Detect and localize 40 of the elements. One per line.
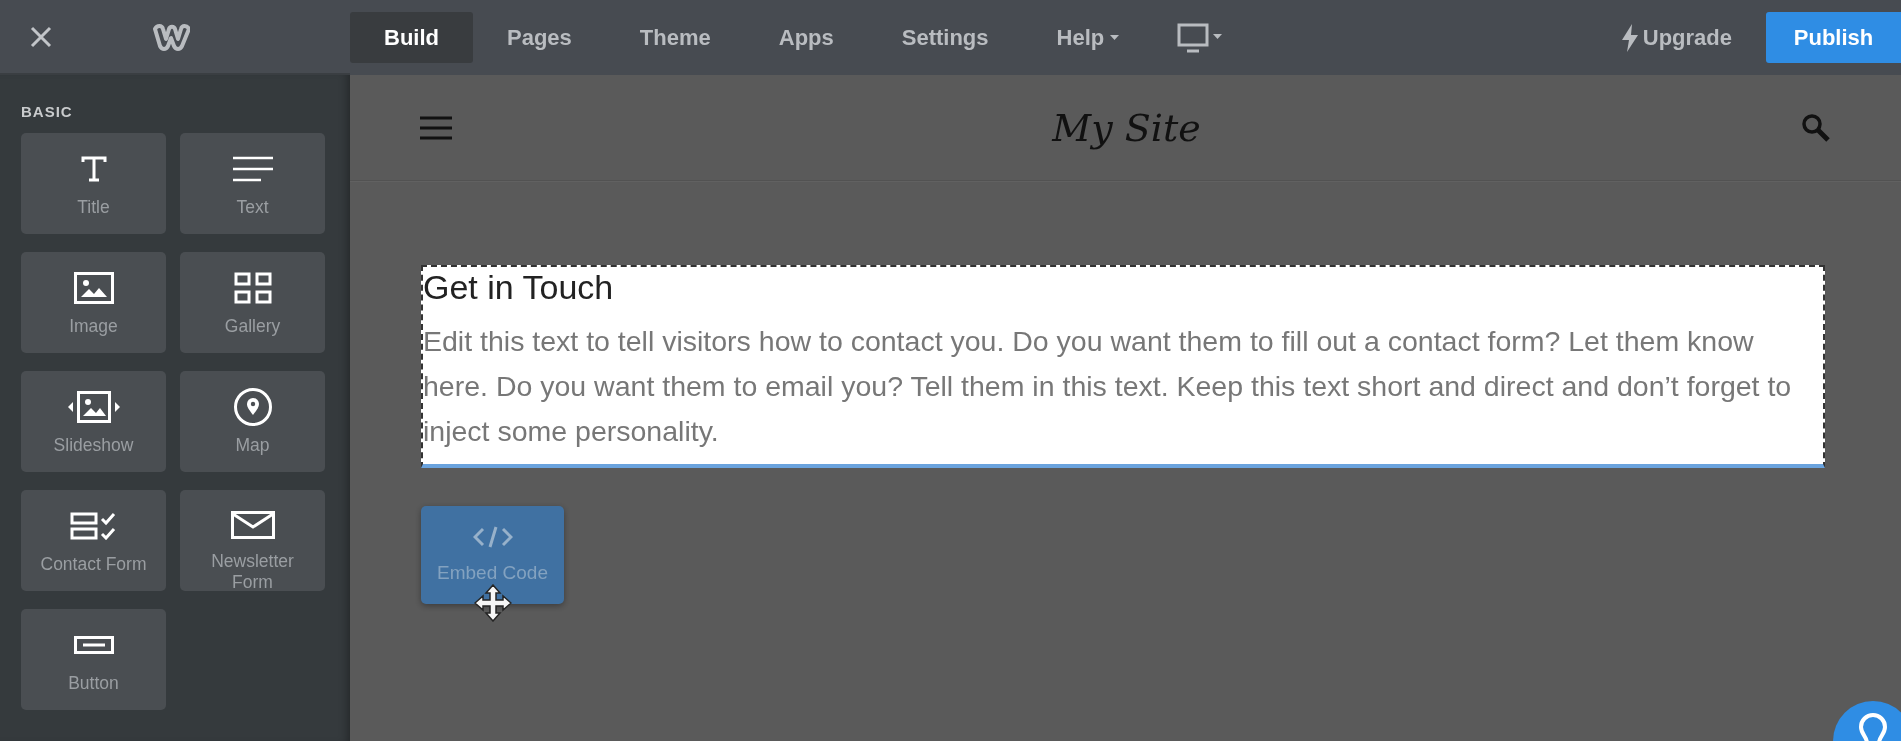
desktop-dropdown-icon[interactable]	[1177, 22, 1224, 53]
upgrade-button[interactable]: Upgrade	[1614, 22, 1738, 53]
element-tile[interactable]: Image	[21, 252, 166, 353]
site-title: My Site	[1050, 105, 1202, 150]
element-tile[interactable]: Gallery	[180, 252, 325, 353]
caret-icon	[1110, 35, 1120, 40]
paragraph: Edit this text to tell visitors how to contact you. Do you want them to fill out a contact form? Let them know here. Do you want them to email you? Tell them in this text. Keep this text short and direct and don’t forget to inject some personality.	[423, 324, 1793, 449]
nav-tab[interactable]: Theme	[605, 12, 745, 63]
search-icon[interactable]	[1801, 112, 1831, 143]
button-icon	[73, 636, 114, 654]
envelope-icon	[230, 510, 275, 539]
element-tile[interactable]: Map	[180, 371, 325, 472]
element-tile[interactable]: Title	[21, 133, 166, 234]
w-logo-icon[interactable]	[150, 22, 190, 51]
code-icon	[472, 526, 513, 548]
menu-icon[interactable]	[420, 115, 452, 140]
nav-tab[interactable]: Apps	[744, 12, 868, 63]
publish-button[interactable]: Publish	[1766, 12, 1901, 63]
lightbulb-icon	[1858, 713, 1888, 741]
element-tile[interactable]: Slideshow	[21, 371, 166, 472]
move-cursor-icon	[474, 584, 512, 622]
element-tile[interactable]: Button	[21, 609, 166, 710]
text-lines-icon	[232, 156, 273, 182]
element-tile[interactable]: Newsletter Form	[180, 490, 325, 591]
section-heading: Get in Touch	[423, 267, 615, 307]
element-tile[interactable]: Contact Form	[21, 490, 166, 591]
image-icon	[73, 272, 114, 304]
section-heading: BASIC	[21, 103, 73, 120]
element-tile[interactable]: Text	[180, 133, 325, 234]
nav-tab[interactable]: Settings	[867, 12, 1023, 63]
nav-tab[interactable]: Pages	[473, 12, 606, 63]
text-block[interactable]	[421, 265, 1825, 468]
grid-icon	[233, 272, 272, 304]
slideshow-icon	[66, 391, 121, 423]
nav-menu[interactable]: Help	[1022, 12, 1154, 63]
element-label: Embed Code	[437, 562, 548, 584]
lightning-icon	[1620, 23, 1639, 52]
nav-tab[interactable]: Build	[350, 12, 473, 63]
form-checklist-icon	[69, 512, 118, 540]
map-pin-icon	[232, 387, 273, 427]
